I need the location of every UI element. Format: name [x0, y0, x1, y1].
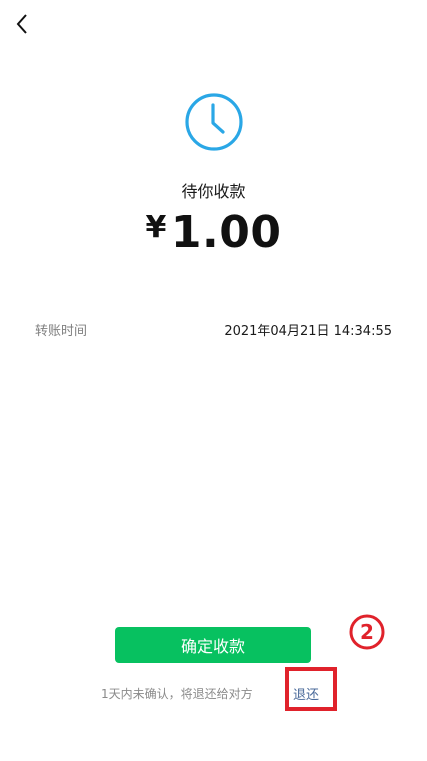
clock-icon: [185, 93, 243, 151]
back-button[interactable]: [10, 12, 34, 36]
step-number: 2: [360, 620, 374, 644]
highlight-box: [285, 667, 337, 711]
return-note: 1天内未确认，将退还给对方: [101, 687, 253, 701]
amount-display: ¥1.00: [0, 207, 427, 258]
transfer-time-label: 转账时间: [35, 324, 88, 339]
confirm-receive-button[interactable]: 确定收款: [115, 627, 311, 663]
transfer-time-value: 2021年04月21日 14:34:55: [224, 324, 392, 339]
status-label: 待你收款: [181, 182, 246, 201]
chevron-left-icon: [16, 14, 27, 34]
amount-value: 1.00: [170, 207, 282, 258]
currency-symbol: ¥: [145, 210, 167, 245]
step-marker: 2: [349, 614, 385, 650]
